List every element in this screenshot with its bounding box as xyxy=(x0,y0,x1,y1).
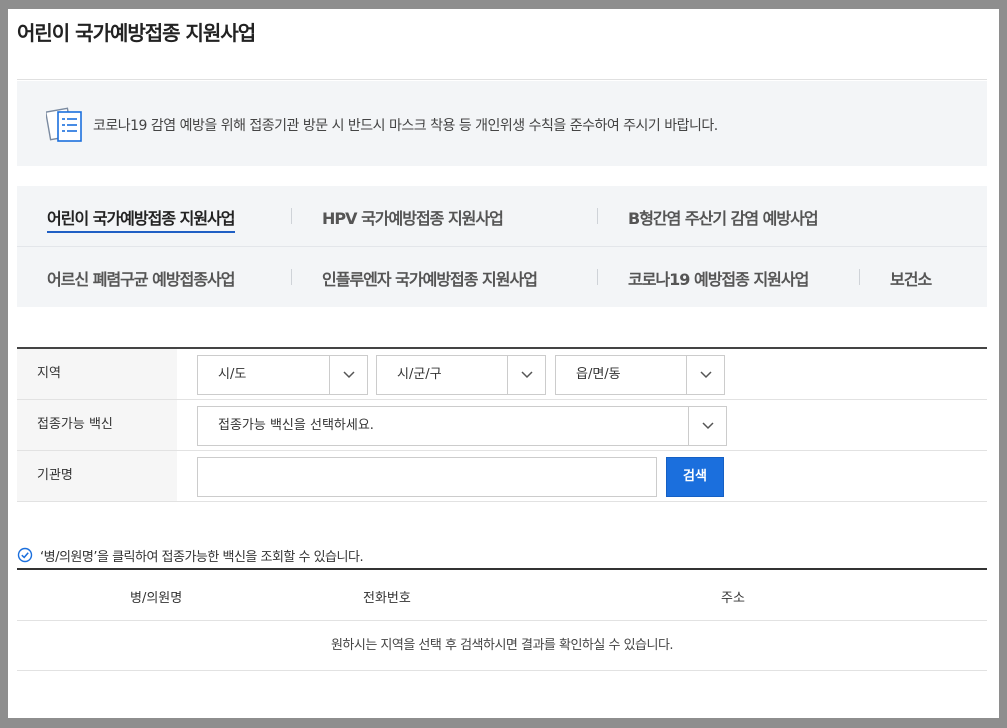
tab-covid19-vaccination[interactable]: 코로나19 예방접종 지원사업 xyxy=(628,266,809,290)
tab-separator xyxy=(597,269,598,285)
chevron-down-icon xyxy=(329,356,367,394)
result-table-header: 병/의원명 전화번호 주소 xyxy=(17,570,987,621)
sido-value: 시/도 xyxy=(218,367,247,382)
chevron-down-icon xyxy=(688,407,726,445)
tab-health-center[interactable]: 보건소 xyxy=(890,266,932,290)
region-label: 지역 xyxy=(17,349,177,399)
institution-label: 기관명 xyxy=(17,451,177,501)
sido-select[interactable]: 시/도 xyxy=(197,355,368,395)
column-header-phone: 전화번호 xyxy=(363,591,411,606)
eupmyeondong-value: 읍/면/동 xyxy=(576,367,621,382)
program-tabs: 어린이 국가예방접종 지원사업 HPV 국가예방접종 지원사업 B형간염 주산기… xyxy=(17,186,987,307)
search-form: 지역 시/도 시/군/구 읍/면/동 접종가능 백신 접종가능 백신을 선택하세… xyxy=(17,347,987,502)
institution-name-input[interactable] xyxy=(197,457,657,497)
result-table: 병/의원명 전화번호 주소 원하시는 지역을 선택 후 검색하시면 결과를 확인… xyxy=(17,568,987,671)
result-empty-message: 원하시는 지역을 선택 후 검색하시면 결과를 확인하실 수 있습니다. xyxy=(17,621,987,671)
tab-influenza-vaccination[interactable]: 인플루엔자 국가예방접종 지원사업 xyxy=(322,266,538,290)
eupmyeondong-select[interactable]: 읍/면/동 xyxy=(555,355,725,395)
vaccine-label: 접종가능 백신 xyxy=(17,400,177,450)
tab-hpv-vaccination[interactable]: HPV 국가예방접종 지원사업 xyxy=(322,205,504,229)
sigungu-select[interactable]: 시/군/구 xyxy=(376,355,546,395)
vaccine-row: 접종가능 백신 접종가능 백신을 선택하세요. xyxy=(17,400,987,451)
page-title: 어린이 국가예방접종 지원사업 xyxy=(17,21,256,45)
search-button[interactable]: 검색 xyxy=(666,457,724,497)
region-row: 지역 시/도 시/군/구 읍/면/동 xyxy=(17,349,987,400)
document-list-icon xyxy=(44,107,84,143)
title-divider xyxy=(17,79,987,80)
content-frame: 어린이 국가예방접종 지원사업 코로나19 감염 예방을 위해 접종기관 방문 … xyxy=(8,9,999,718)
notice-text: 코로나19 감염 예방을 위해 접종기관 방문 시 반드시 마스크 착용 등 개… xyxy=(93,118,718,134)
check-circle-icon xyxy=(17,547,33,563)
tab-hepatitis-b-perinatal[interactable]: B형간염 주산기 감염 예방사업 xyxy=(628,205,819,229)
column-header-address: 주소 xyxy=(721,591,745,606)
tab-children-vaccination[interactable]: 어린이 국가예방접종 지원사업 xyxy=(47,205,236,233)
vaccine-select[interactable]: 접종가능 백신을 선택하세요. xyxy=(197,406,727,446)
hint-text: ‘병/의원명’을 클릭하여 접종가능한 백신을 조회할 수 있습니다. xyxy=(40,550,364,565)
notice-box: 코로나19 감염 예방을 위해 접종기관 방문 시 반드시 마스크 착용 등 개… xyxy=(17,81,987,166)
chevron-down-icon xyxy=(507,356,545,394)
chevron-down-icon xyxy=(686,356,724,394)
tab-separator xyxy=(291,269,292,285)
tab-separator xyxy=(859,269,860,285)
tab-row-divider xyxy=(17,246,987,247)
tab-senior-pneumococcal[interactable]: 어르신 폐렴구균 예방접종사업 xyxy=(47,266,236,290)
vaccine-select-value: 접종가능 백신을 선택하세요. xyxy=(218,418,374,433)
tab-separator xyxy=(597,208,598,224)
sigungu-value: 시/군/구 xyxy=(397,367,442,382)
institution-row: 기관명 검색 xyxy=(17,451,987,502)
tab-separator xyxy=(291,208,292,224)
column-header-clinic-name: 병/의원명 xyxy=(130,591,183,606)
